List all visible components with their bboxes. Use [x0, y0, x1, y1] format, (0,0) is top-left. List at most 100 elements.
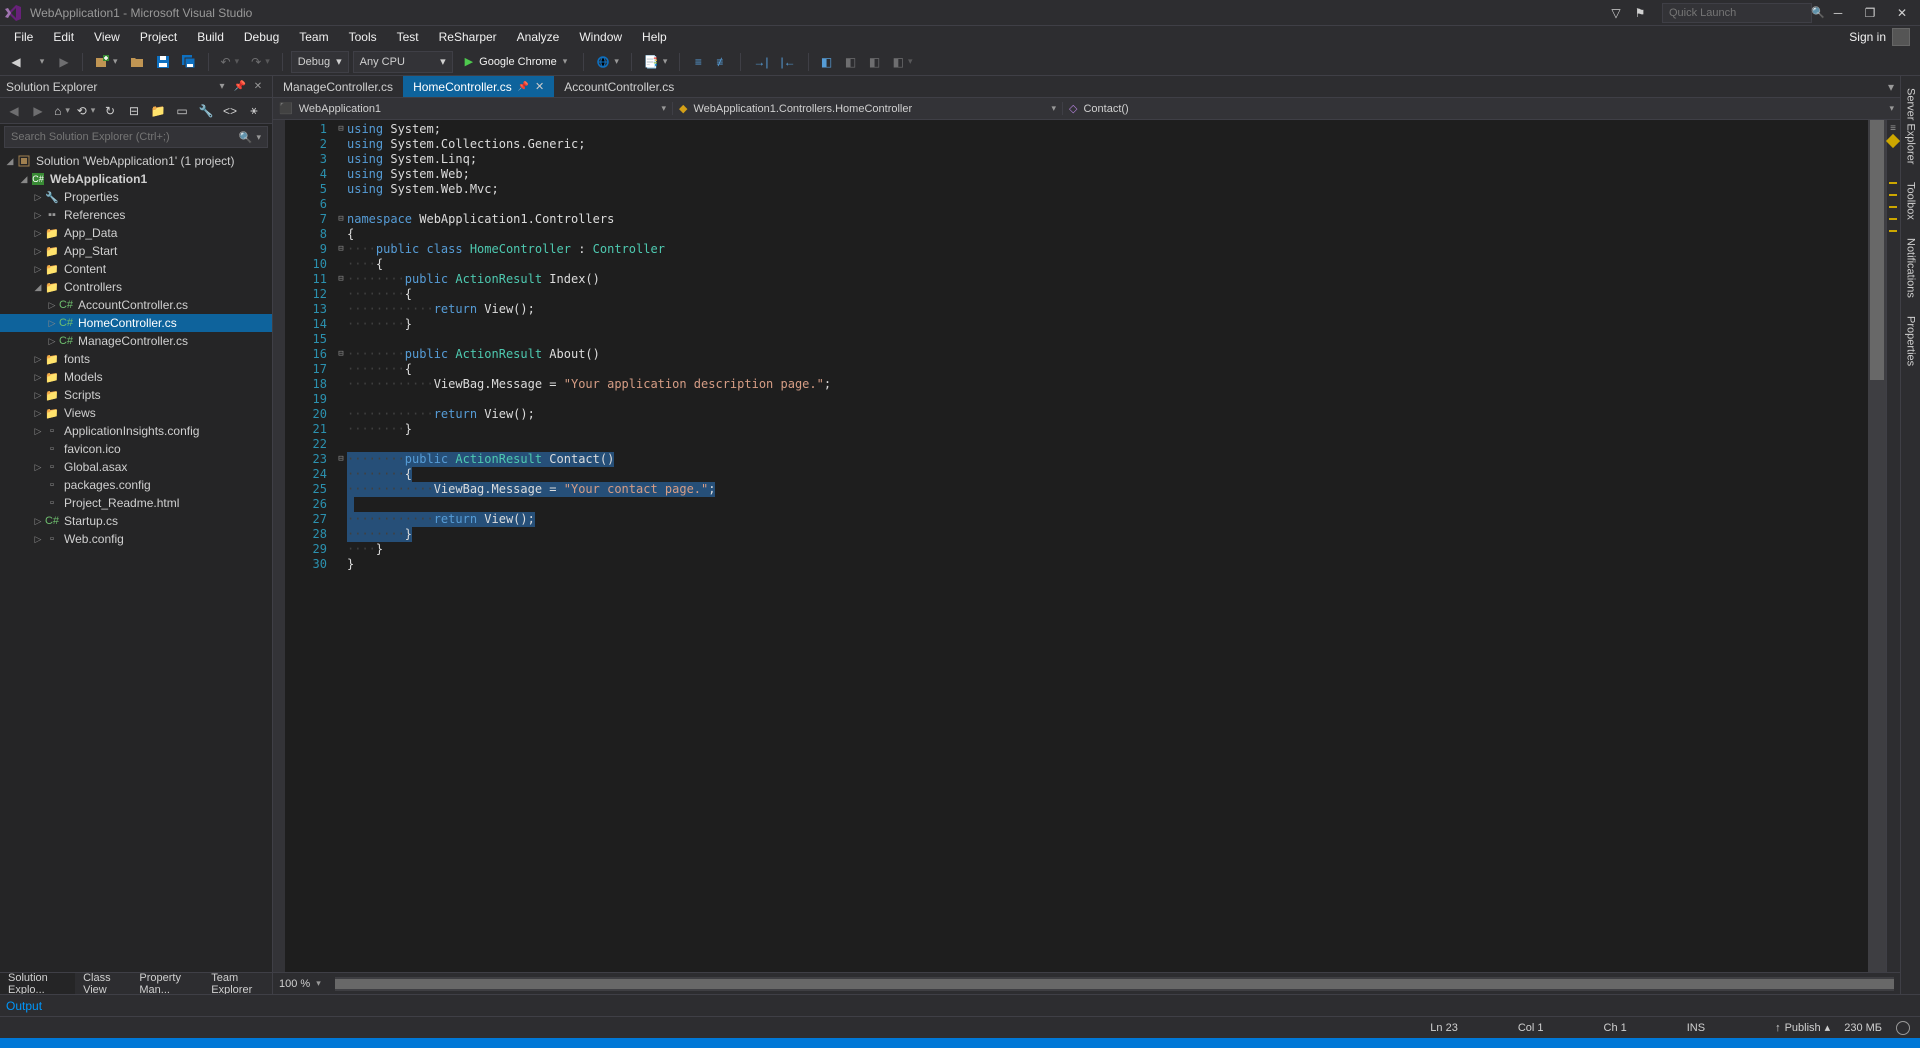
- save-all-button[interactable]: [178, 51, 200, 73]
- prev-bookmark-button[interactable]: ◧: [841, 51, 861, 73]
- window-position-button[interactable]: ▾: [214, 79, 230, 95]
- tree-item[interactable]: ▷📁Scripts: [0, 386, 272, 404]
- collapse-all-button[interactable]: ⊟: [124, 101, 144, 121]
- menu-file[interactable]: File: [4, 28, 43, 46]
- right-tab-notifications[interactable]: Notifications: [1903, 230, 1919, 306]
- view-designer-button[interactable]: ⚹: [244, 101, 264, 121]
- notifications-flag-icon[interactable]: ⚑: [1630, 4, 1650, 22]
- browser-link-button[interactable]: [592, 51, 623, 73]
- menu-analyze[interactable]: Analyze: [507, 28, 570, 46]
- tree-item[interactable]: ▷▫Global.asax: [0, 458, 272, 476]
- undo-button[interactable]: ↶: [217, 51, 244, 73]
- back-button[interactable]: ◀: [4, 101, 24, 121]
- indent-button[interactable]: →|: [749, 51, 772, 73]
- text-editor[interactable]: using System;using System.Collections.Ge…: [347, 120, 1868, 972]
- search-field[interactable]: [11, 131, 239, 143]
- project-node[interactable]: ◢ C# WebApplication1: [0, 170, 272, 188]
- solution-tree[interactable]: ◢ Solution 'WebApplication1' (1 project)…: [0, 150, 272, 972]
- tree-item[interactable]: ▷📁Content: [0, 260, 272, 278]
- menu-tools[interactable]: Tools: [339, 28, 387, 46]
- tree-item[interactable]: ▷C#AccountController.cs: [0, 296, 272, 314]
- quick-launch-input[interactable]: 🔍: [1662, 3, 1812, 23]
- tree-item[interactable]: ▷📁Views: [0, 404, 272, 422]
- signin-link[interactable]: Sign in: [1849, 30, 1886, 44]
- tree-item[interactable]: ▷🔧Properties: [0, 188, 272, 206]
- outlining-margin[interactable]: ⊟ ⊟ ⊟ ⊟ ⊟ ⊟: [335, 120, 347, 972]
- save-button[interactable]: [152, 51, 174, 73]
- nav-class-combo[interactable]: ◆ WebApplication1.Controllers.HomeContro…: [673, 102, 1063, 115]
- nav-forward-button[interactable]: ▶: [54, 51, 74, 73]
- close-tab-icon[interactable]: ✕: [535, 80, 544, 93]
- tree-item[interactable]: ▷📁App_Data: [0, 224, 272, 242]
- pin-tab-icon[interactable]: 📌: [518, 81, 529, 92]
- right-tab-properties[interactable]: Properties: [1903, 308, 1919, 374]
- search-dropdown-icon[interactable]: ▾: [256, 132, 261, 143]
- horizontal-scrollbar[interactable]: [335, 977, 1894, 991]
- tree-item[interactable]: ▫Project_Readme.html: [0, 494, 272, 512]
- tree-item[interactable]: ▷C#HomeController.cs: [0, 314, 272, 332]
- error-indicator-strip[interactable]: ≡: [1886, 120, 1900, 972]
- nav-project-combo[interactable]: ⬛ WebApplication1 ▾: [273, 102, 673, 115]
- windows-taskbar[interactable]: [0, 1038, 1920, 1048]
- pin-button[interactable]: 📌: [232, 79, 248, 95]
- properties-button[interactable]: 🔧: [196, 101, 216, 121]
- menu-test[interactable]: Test: [387, 28, 429, 46]
- menu-project[interactable]: Project: [130, 28, 187, 46]
- menu-team[interactable]: Team: [289, 28, 338, 46]
- document-tab[interactable]: ManageController.cs: [273, 76, 403, 97]
- next-bookmark-button[interactable]: ◧: [865, 51, 885, 73]
- right-tab-toolbox[interactable]: Toolbox: [1903, 174, 1919, 228]
- forward-button[interactable]: ▶: [28, 101, 48, 121]
- solution-config-combo[interactable]: Debug▾: [291, 51, 349, 73]
- tree-item[interactable]: ▷📁fonts: [0, 350, 272, 368]
- open-file-button[interactable]: [126, 51, 148, 73]
- home-button[interactable]: ⌂: [52, 101, 72, 121]
- nav-back-dropdown[interactable]: [30, 51, 50, 73]
- panel-tab[interactable]: Class View: [75, 973, 131, 994]
- menu-debug[interactable]: Debug: [234, 28, 289, 46]
- document-tab[interactable]: HomeController.cs📌✕: [403, 76, 554, 97]
- refresh-button[interactable]: ↻: [100, 101, 120, 121]
- menu-edit[interactable]: Edit: [43, 28, 84, 46]
- tree-item[interactable]: ▷📁App_Start: [0, 242, 272, 260]
- tree-item[interactable]: ▫packages.config: [0, 476, 272, 494]
- close-button[interactable]: ✕: [1888, 4, 1916, 22]
- tree-item[interactable]: ▷📁Models: [0, 368, 272, 386]
- right-tab-server-explorer[interactable]: Server Explorer: [1903, 80, 1919, 172]
- menu-build[interactable]: Build: [187, 28, 234, 46]
- output-panel-header[interactable]: Output: [0, 994, 1920, 1016]
- comment-button[interactable]: ≡: [688, 51, 708, 73]
- code-editor[interactable]: 1234567891011121314151617181920212223242…: [273, 120, 1900, 972]
- find-in-files-button[interactable]: 📑: [640, 51, 671, 73]
- avatar-icon[interactable]: [1892, 28, 1910, 46]
- nav-member-combo[interactable]: ◇ Contact() ▾: [1063, 102, 1900, 115]
- tree-item[interactable]: ▷▫Web.config: [0, 530, 272, 548]
- panel-tab[interactable]: Solution Explo...: [0, 973, 75, 994]
- uncomment-button[interactable]: ≢: [712, 51, 732, 73]
- panel-tab[interactable]: Property Man...: [131, 973, 203, 994]
- document-tab[interactable]: AccountController.cs: [554, 76, 684, 97]
- start-debug-button[interactable]: ▶Google Chrome▾: [457, 51, 576, 73]
- tree-item[interactable]: ▷▫ApplicationInsights.config: [0, 422, 272, 440]
- menu-window[interactable]: Window: [569, 28, 632, 46]
- minimize-button[interactable]: ─: [1824, 4, 1852, 22]
- menu-help[interactable]: Help: [632, 28, 677, 46]
- tree-item[interactable]: ◢📁Controllers: [0, 278, 272, 296]
- tree-item[interactable]: ▷C#Startup.cs: [0, 512, 272, 530]
- zoom-combo[interactable]: 100 %: [279, 978, 310, 990]
- filter-icon[interactable]: ▽: [1606, 4, 1626, 22]
- show-all-button[interactable]: 📁: [148, 101, 168, 121]
- panel-tab[interactable]: Team Explorer: [203, 973, 272, 994]
- preview-button[interactable]: ▭: [172, 101, 192, 121]
- tree-item[interactable]: ▷C#ManageController.cs: [0, 332, 272, 350]
- menu-resharper[interactable]: ReSharper: [429, 28, 507, 46]
- view-code-button[interactable]: <>: [220, 101, 240, 121]
- tree-item[interactable]: ▫favicon.ico: [0, 440, 272, 458]
- outdent-button[interactable]: |←: [776, 51, 799, 73]
- split-button[interactable]: ≡: [1889, 124, 1897, 132]
- restore-button[interactable]: ❐: [1856, 4, 1884, 22]
- clear-bookmarks-button[interactable]: ◧: [889, 51, 917, 73]
- close-panel-button[interactable]: ✕: [250, 79, 266, 95]
- solution-node[interactable]: ◢ Solution 'WebApplication1' (1 project): [0, 152, 272, 170]
- nav-back-button[interactable]: ◀: [6, 51, 26, 73]
